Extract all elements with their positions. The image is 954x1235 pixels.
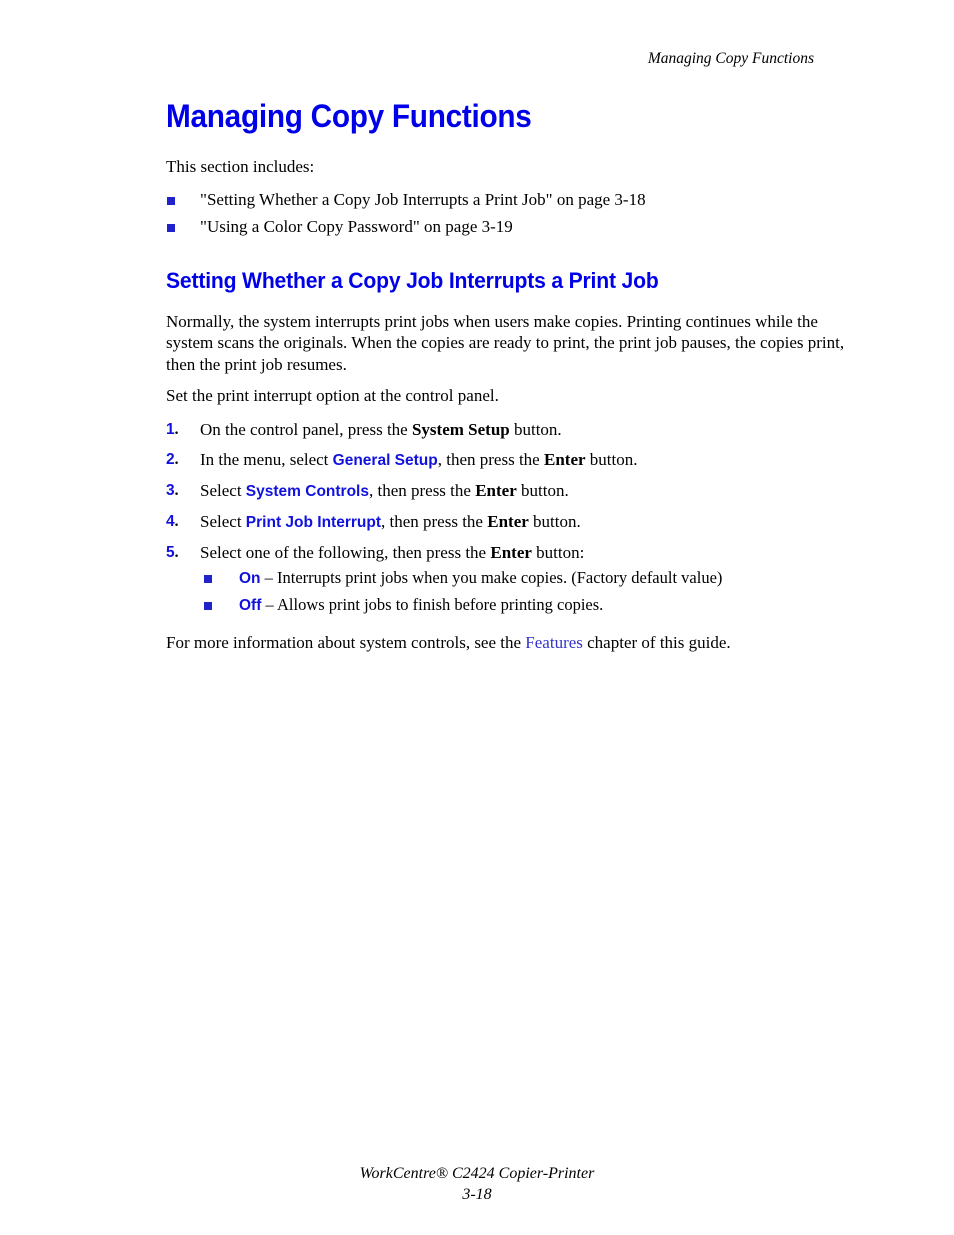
step-text-after: button: — [531, 542, 585, 562]
step-number: 2. — [166, 448, 192, 471]
page-footer: WorkCentre® C2424 Copier-Printer 3-18 — [0, 1163, 954, 1205]
step-number-value: 4 — [166, 512, 175, 530]
step-emphasis-button: Enter — [543, 449, 586, 469]
step-number-dot: . — [174, 481, 179, 499]
step-number: 1. — [166, 418, 192, 441]
page-title: Managing Copy Functions — [166, 98, 532, 134]
step-text-after: button. — [516, 480, 569, 500]
step-emphasis-button: Enter — [490, 542, 532, 562]
option-label: On — [239, 569, 261, 587]
square-bullet-icon — [167, 196, 175, 205]
option-item-on: On – Interrupts print jobs when you make… — [200, 566, 846, 591]
closing-text-before: For more information about system contro… — [166, 632, 526, 652]
step-text-mid: , then press the — [381, 511, 488, 531]
step-text-before: On the control panel, press the — [200, 419, 412, 439]
step-text-before: In the menu, select — [200, 449, 333, 469]
option-label: Off — [239, 596, 262, 614]
option-description: – Allows print jobs to finish before pri… — [261, 594, 604, 614]
option-item-off: Off – Allows print jobs to finish before… — [200, 593, 846, 618]
footer-page-number: 3-18 — [462, 1186, 492, 1203]
step-emphasis: System Setup — [411, 419, 510, 439]
step-2: 2. In the menu, select General Setup, the… — [166, 448, 846, 472]
step-text-after: button. — [528, 511, 581, 531]
option-description: – Interrupts print jobs when you make co… — [260, 567, 723, 587]
intro-text: This section includes: — [166, 157, 315, 176]
page-content: Managing Copy Functions This section inc… — [166, 98, 846, 654]
step-number: 5. — [166, 541, 192, 564]
toc-link-label: "Setting Whether a Copy Job Interrupts a… — [200, 189, 646, 209]
toc-link-label: "Using a Color Copy Password" on page 3-… — [200, 216, 513, 236]
step-emphasis-ui-term: Print Job Interrupt — [245, 513, 381, 531]
section-heading: Setting Whether a Copy Job Interrupts a … — [166, 267, 659, 293]
step-number-value: 1 — [166, 420, 175, 438]
step-3: 3. Select System Controls, then press the… — [166, 479, 846, 503]
step-text-mid: , then press the — [437, 449, 544, 469]
step-number-dot: . — [174, 543, 179, 561]
square-bullet-icon — [204, 574, 212, 583]
footer-product-name: WorkCentre® C2424 Copier-Printer — [359, 1165, 595, 1182]
step-1: 1. On the control panel, press the System… — [166, 418, 846, 441]
document-page: Managing Copy Functions Managing Copy Fu… — [0, 0, 954, 1235]
step-emphasis-ui-term: General Setup — [332, 451, 438, 469]
step-text-after: button. — [509, 419, 562, 439]
step-text-before: Select — [200, 511, 246, 531]
square-bullet-icon — [167, 223, 175, 232]
section-toc-list: "Setting Whether a Copy Job Interrupts a… — [166, 188, 846, 239]
list-item[interactable]: "Setting Whether a Copy Job Interrupts a… — [166, 188, 846, 212]
paragraph-instruction: Set the print interrupt option at the co… — [166, 386, 499, 406]
step-4: 4. Select Print Job Interrupt, then press… — [166, 510, 846, 534]
step-number: 3. — [166, 479, 192, 502]
step-number-dot: . — [174, 420, 179, 438]
option-list: On – Interrupts print jobs when you make… — [200, 566, 846, 618]
features-chapter-link[interactable]: Features — [525, 633, 583, 652]
step-text-before: Select — [200, 480, 246, 500]
step-number-value: 2 — [166, 450, 175, 468]
step-number-dot: . — [174, 450, 179, 468]
procedure-steps-list: 1. On the control panel, press the System… — [166, 418, 846, 618]
list-item[interactable]: "Using a Color Copy Password" on page 3-… — [166, 215, 846, 239]
paragraph-overview: Normally, the system interrupts print jo… — [166, 311, 845, 374]
step-emphasis-button: Enter — [487, 511, 529, 531]
closing-paragraph: For more information about system contro… — [166, 632, 846, 654]
step-5: 5. Select one of the following, then pres… — [166, 541, 846, 618]
step-emphasis-button: Enter — [475, 480, 517, 500]
step-number-value: 5 — [166, 543, 175, 561]
closing-text-after: chapter of this guide. — [582, 632, 731, 652]
square-bullet-icon — [204, 601, 212, 610]
step-text-after: button. — [585, 449, 638, 469]
step-number-dot: . — [174, 512, 179, 530]
running-header: Managing Copy Functions — [647, 50, 814, 67]
step-number-value: 3 — [166, 481, 175, 499]
step-emphasis-ui-term: System Controls — [245, 482, 369, 500]
step-text-mid: , then press the — [368, 480, 476, 500]
step-number: 4. — [166, 510, 192, 533]
step-text-before: Select one of the following, then press … — [200, 542, 491, 562]
